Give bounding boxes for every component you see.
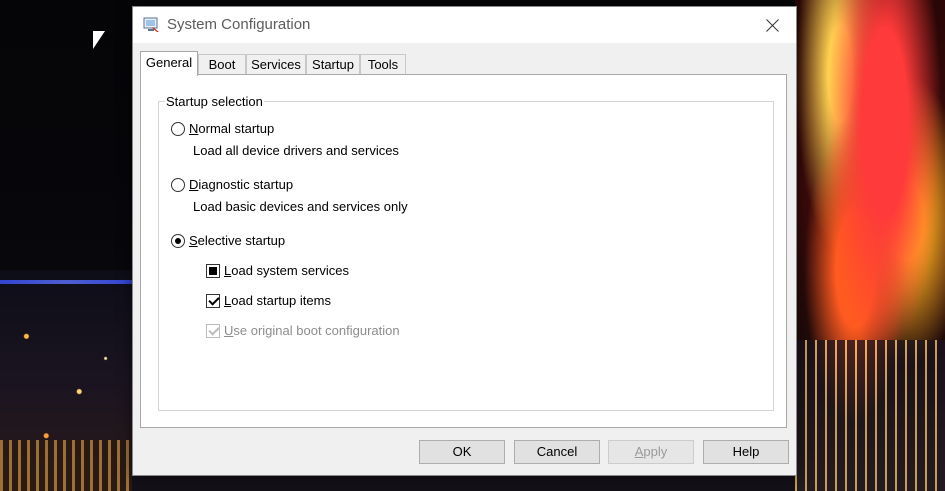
tab-tools[interactable]: Tools	[360, 54, 406, 75]
tab-general[interactable]: General	[140, 51, 198, 76]
cancel-button[interactable]: Cancel	[514, 440, 600, 464]
label-text: ormal startup	[198, 121, 275, 136]
checkbox-indeterminate[interactable]	[206, 263, 220, 278]
help-button[interactable]: Help	[703, 440, 789, 464]
title-bar[interactable]: System Configuration	[133, 7, 796, 43]
night-city-image	[795, 340, 945, 491]
apply-button: Apply	[608, 440, 694, 464]
mouse-cursor-icon	[93, 31, 105, 49]
mnemonic-letter: S	[189, 233, 198, 248]
load-system-services-checkbox[interactable]: Load system services	[206, 263, 349, 278]
mnemonic-letter: N	[189, 121, 199, 136]
ok-button[interactable]: OK	[419, 440, 505, 464]
mnemonic-letter: U	[224, 323, 234, 338]
label-text: elective startup	[197, 233, 286, 248]
label-text: oad system services	[231, 263, 349, 278]
general-tab-panel: Startup selection Normal startup Load al…	[140, 74, 787, 428]
system-configuration-dialog: System Configuration General Boot Servic…	[132, 6, 797, 476]
checkbox-checked-disabled	[206, 323, 220, 338]
load-system-services-label: Load system services	[224, 263, 349, 278]
radio-button[interactable]	[171, 177, 185, 192]
mnemonic-letter: D	[189, 177, 199, 192]
msconfig-icon	[143, 17, 159, 32]
label-text: iagnostic startup	[198, 177, 294, 192]
tab-startup[interactable]: Startup	[306, 54, 360, 75]
startup-selection-legend: Startup selection	[165, 94, 264, 109]
diagnostic-startup-radio[interactable]: Diagnostic startup	[171, 177, 293, 192]
selective-startup-label: Selective startup	[189, 233, 285, 248]
normal-startup-description: Load all device drivers and services	[193, 143, 399, 158]
label-text: pply	[643, 444, 668, 459]
diagnostic-startup-label: Diagnostic startup	[189, 177, 293, 192]
load-startup-items-label: Load startup items	[224, 293, 331, 308]
normal-startup-label: Normal startup	[189, 121, 274, 136]
use-original-boot-config-label: Use original boot configuration	[224, 323, 400, 338]
label-text: oad startup items	[231, 293, 331, 308]
window-title: System Configuration	[167, 16, 311, 33]
normal-startup-radio[interactable]: Normal startup	[171, 121, 274, 136]
use-original-boot-config-checkbox: Use original boot configuration	[206, 323, 400, 338]
bridge-lights	[0, 280, 132, 284]
checkbox-checked[interactable]	[206, 293, 220, 308]
tab-boot[interactable]: Boot	[198, 54, 246, 75]
load-startup-items-checkbox[interactable]: Load startup items	[206, 293, 331, 308]
city-lights	[0, 440, 132, 491]
diagnostic-startup-description: Load basic devices and services only	[193, 199, 408, 214]
tab-services[interactable]: Services	[246, 54, 306, 75]
label-text: se original boot configuration	[233, 323, 400, 338]
selective-startup-radio[interactable]: Selective startup	[171, 233, 285, 248]
radio-button[interactable]	[171, 121, 185, 136]
close-button[interactable]	[750, 7, 796, 43]
radio-button-selected[interactable]	[171, 233, 185, 248]
